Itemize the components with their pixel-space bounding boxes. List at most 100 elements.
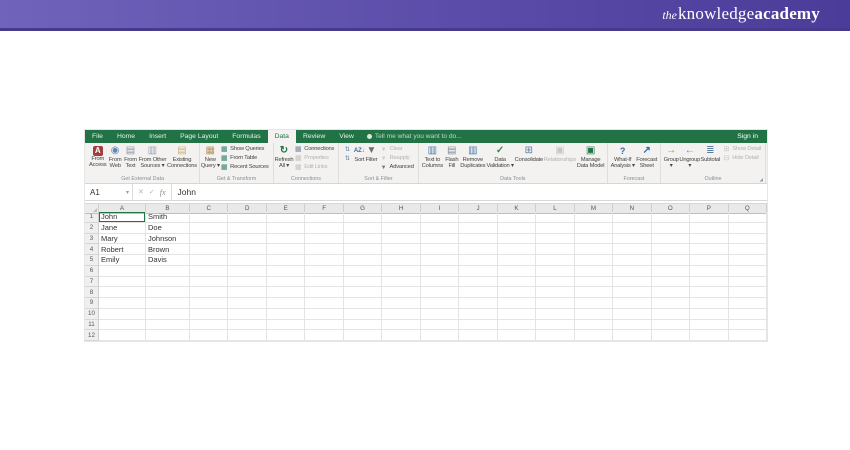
- grid-cell-i12[interactable]: [420, 330, 460, 341]
- ungroup-button[interactable]: ← Ungroup ▾: [679, 144, 700, 170]
- grid-cell-h12[interactable]: [382, 330, 421, 341]
- existing-connections-button[interactable]: ▤ Existing Connections: [167, 144, 198, 170]
- grid-cell-o8[interactable]: [651, 287, 691, 298]
- data-validation-button[interactable]: ✓ Data Validation ▾: [486, 144, 514, 170]
- grid-cell-e9[interactable]: [266, 298, 306, 309]
- grid-cell-k7[interactable]: [497, 276, 537, 288]
- grid-cell-o1[interactable]: [651, 212, 691, 223]
- grid-cell-k5[interactable]: [497, 255, 537, 266]
- grid-cell-l10[interactable]: [536, 308, 575, 320]
- grid-cell-f6[interactable]: [305, 265, 344, 277]
- grid-cell-c12[interactable]: [190, 330, 229, 341]
- grid-cell-h11[interactable]: [382, 319, 421, 331]
- grid-cell-m2[interactable]: [574, 222, 614, 234]
- grid-cell-q10[interactable]: [728, 308, 767, 320]
- grid-cell-n3[interactable]: [613, 233, 652, 245]
- tell-me-box[interactable]: Tell me what you want to do...: [366, 130, 462, 143]
- tab-formulas[interactable]: Formulas: [225, 130, 267, 143]
- grid-cell-a3[interactable]: Mary: [99, 233, 146, 245]
- grid-cell-h6[interactable]: [382, 265, 421, 277]
- grid-cell-a10[interactable]: [99, 308, 146, 320]
- grid-cell-i4[interactable]: [420, 244, 460, 255]
- grid-cell-g11[interactable]: [343, 319, 383, 331]
- grid-cell-i8[interactable]: [420, 287, 460, 298]
- grid-cell-h1[interactable]: [382, 212, 421, 223]
- grid-cell-i5[interactable]: [420, 255, 460, 266]
- grid-cell-e6[interactable]: [266, 265, 306, 277]
- grid-cell-d1[interactable]: [228, 212, 267, 223]
- row-header-7[interactable]: 7: [85, 276, 99, 288]
- select-all-corner[interactable]: [85, 203, 99, 214]
- grid-cell-h8[interactable]: [382, 287, 421, 298]
- grid-cell-l6[interactable]: [536, 265, 575, 277]
- grid-cell-e3[interactable]: [266, 233, 306, 245]
- row-header-12[interactable]: 12: [85, 330, 99, 341]
- grid-cell-g10[interactable]: [343, 308, 383, 320]
- grid-cell-m9[interactable]: [574, 298, 614, 309]
- advanced-button[interactable]: ▼ Advanced: [380, 164, 414, 172]
- filter-button[interactable]: ▼ Filter: [365, 144, 378, 163]
- grid-cell-a11[interactable]: [99, 319, 146, 331]
- connections-button[interactable]: ▦ Connections: [294, 146, 334, 154]
- recent-sources-button[interactable]: ▦ Recent Sources: [220, 164, 269, 172]
- tab-review[interactable]: Review: [296, 130, 332, 143]
- grid-cell-k2[interactable]: [497, 222, 537, 234]
- grid-cell-c4[interactable]: [190, 244, 229, 255]
- grid-cell-h5[interactable]: [382, 255, 421, 266]
- grid-cell-f9[interactable]: [305, 298, 344, 309]
- from-access-button[interactable]: A From Access: [88, 144, 108, 169]
- grid-cell-b6[interactable]: [146, 265, 190, 277]
- grid-cell-g6[interactable]: [343, 265, 383, 277]
- grid-cell-m11[interactable]: [574, 319, 614, 331]
- grid-cell-d10[interactable]: [228, 308, 267, 320]
- grid-cell-a7[interactable]: [99, 276, 146, 288]
- refresh-all-button[interactable]: ↻ Refresh All ▾: [274, 144, 293, 170]
- grid-cell-a9[interactable]: [99, 298, 146, 309]
- show-queries-button[interactable]: ▦ Show Queries: [220, 146, 268, 154]
- grid-cell-i11[interactable]: [420, 319, 460, 331]
- grid-cell-l9[interactable]: [536, 298, 575, 309]
- grid-cell-f7[interactable]: [305, 276, 344, 288]
- from-text-button[interactable]: ▤ From Text: [123, 144, 138, 170]
- row-header-2[interactable]: 2: [85, 222, 99, 234]
- grid-cell-o6[interactable]: [651, 265, 691, 277]
- grid-cell-d5[interactable]: [228, 255, 267, 266]
- grid-cell-p7[interactable]: [690, 276, 729, 288]
- from-other-sources-button[interactable]: ▥ From Other Sources ▾: [138, 144, 167, 170]
- grid-cell-f10[interactable]: [305, 308, 344, 320]
- grid-cell-m7[interactable]: [574, 276, 614, 288]
- tab-insert[interactable]: Insert: [142, 130, 173, 143]
- grid-cell-g4[interactable]: [343, 244, 383, 255]
- grid-cell-n5[interactable]: [613, 255, 652, 266]
- new-query-button[interactable]: ▦ New Query ▾: [201, 144, 220, 170]
- grid-cell-n11[interactable]: [613, 319, 652, 331]
- grid-cell-k3[interactable]: [497, 233, 537, 245]
- grid-cell-o2[interactable]: [651, 222, 691, 234]
- grid-cell-f11[interactable]: [305, 319, 344, 331]
- grid-cell-b4[interactable]: Brown: [146, 244, 190, 255]
- grid-cell-h10[interactable]: [382, 308, 421, 320]
- grid-cell-g3[interactable]: [343, 233, 383, 245]
- grid-cell-o9[interactable]: [651, 298, 691, 309]
- grid-cell-q3[interactable]: [728, 233, 767, 245]
- grid-cell-h2[interactable]: [382, 222, 421, 234]
- grid-cell-a8[interactable]: [99, 287, 146, 298]
- grid-cell-k8[interactable]: [497, 287, 537, 298]
- flash-fill-button[interactable]: ▤ Flash Fill: [444, 144, 460, 170]
- grid-cell-l12[interactable]: [536, 330, 575, 341]
- row-header-9[interactable]: 9: [85, 298, 99, 309]
- grid-cell-c11[interactable]: [190, 319, 229, 331]
- dialog-launcher-icon[interactable]: ◢: [760, 177, 763, 183]
- tab-home[interactable]: Home: [110, 130, 142, 143]
- grid-cell-b10[interactable]: [146, 308, 190, 320]
- grid-cell-d3[interactable]: [228, 233, 267, 245]
- grid-cell-a5[interactable]: Emily: [99, 255, 146, 266]
- grid-cell-a12[interactable]: [99, 330, 146, 341]
- grid-cell-q8[interactable]: [728, 287, 767, 298]
- grid-cell-q2[interactable]: [728, 222, 767, 234]
- grid-cell-b2[interactable]: Doe: [146, 222, 190, 234]
- row-header-11[interactable]: 11: [85, 319, 99, 331]
- grid-cell-j7[interactable]: [459, 276, 498, 288]
- grid-cell-d8[interactable]: [228, 287, 267, 298]
- grid-cell-b5[interactable]: Davis: [146, 255, 190, 266]
